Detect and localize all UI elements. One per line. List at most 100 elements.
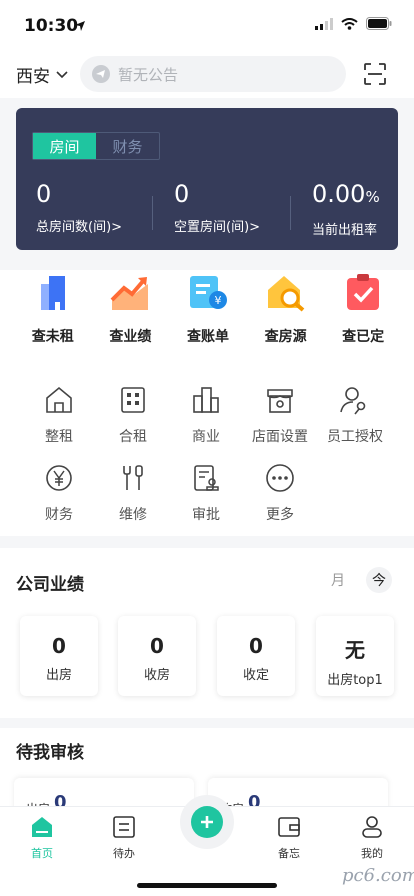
user-key-icon: [340, 387, 366, 415]
feature-label: 维修: [119, 507, 147, 523]
room-stats-card: 房间 财务 0 总房间数(间)> 0 空置房间(间)> 0.00% 当前出租率: [16, 108, 398, 250]
watermark: pc6.com: [342, 865, 414, 886]
quick-actions: 查未租 查业绩 ¥ 查账单 查房源 查已定: [0, 270, 414, 350]
battery-icon: [366, 17, 392, 30]
period-today[interactable]: 今: [366, 567, 392, 593]
quick-action-bills[interactable]: ¥ 查账单: [169, 270, 247, 350]
divider: [152, 196, 153, 230]
quick-action-reserved[interactable]: 查已定: [324, 270, 402, 350]
feature-commercial[interactable]: 商业: [167, 384, 245, 446]
quick-action-unrented[interactable]: 查未租: [14, 270, 92, 350]
feature-shared-rent[interactable]: 合租: [94, 384, 172, 446]
top-bar: 西安 暂无公告: [0, 50, 414, 98]
tab-home[interactable]: 首页: [12, 815, 72, 861]
clipboard-check-icon: [347, 274, 380, 310]
stat-value: 0.00%: [312, 180, 380, 211]
apartment-icon: [121, 387, 145, 413]
perf-card-rent-out[interactable]: 0 出房: [20, 616, 98, 696]
feature-label: 更多: [266, 507, 294, 523]
feature-label: 店面设置: [252, 429, 308, 445]
yen-icon: [46, 465, 72, 491]
feature-label: 财务: [45, 507, 73, 523]
rate-value: 0.00: [312, 180, 366, 208]
stat-value: 0: [36, 180, 52, 208]
profile-icon: [362, 816, 382, 838]
quick-action-performance[interactable]: 查业绩: [92, 270, 170, 350]
home-indicator: [137, 883, 277, 888]
more-icon: [266, 464, 294, 492]
tab-profile[interactable]: 我的: [342, 815, 402, 861]
perf-card-top1[interactable]: 无 出房top1: [316, 616, 394, 696]
announcement-search-bar[interactable]: 暂无公告: [80, 56, 346, 92]
section-title: 待我审核: [16, 743, 84, 763]
quick-action-label: 查房源: [264, 329, 307, 345]
tab-label: 待办: [113, 847, 135, 860]
perf-label: 收定: [242, 668, 269, 683]
stat-label: 当前出租率: [312, 223, 378, 238]
divider: [290, 196, 291, 230]
trend-chart-icon: [110, 277, 149, 310]
feature-approval[interactable]: 审批: [167, 462, 245, 524]
commercial-buildings-icon: [193, 387, 219, 413]
status-time: 10:30: [24, 16, 79, 36]
house-icon: [46, 386, 72, 413]
plus-icon: [201, 816, 213, 828]
quick-action-label: 查已定: [342, 329, 385, 345]
wifi-icon: [341, 17, 358, 30]
perf-value: 0: [150, 634, 164, 658]
city-label: 西安: [16, 67, 50, 87]
house-search-icon: [267, 276, 304, 312]
stat-vacant-rooms[interactable]: 0 空置房间(间)>: [174, 180, 260, 235]
status-bar: 10:30: [0, 0, 414, 50]
feature-staff-authorization[interactable]: 员工授权: [316, 384, 394, 446]
feature-grid: 整租 合租 商业 店面设置 员工授权 财务 维修 审批 更多: [0, 350, 414, 536]
building-icon: [40, 276, 65, 310]
company-performance-section: 公司业绩 月 今 0 出房 0 收房 0 收定 无 出房top1: [0, 548, 414, 718]
approval-icon: [194, 465, 219, 491]
feature-store-settings[interactable]: 店面设置: [241, 384, 319, 446]
stat-occupancy-rate: 0.00% 当前出租率: [312, 180, 380, 238]
section-title: 公司业绩: [16, 575, 84, 595]
storefront-icon: [267, 389, 293, 413]
perf-label: 收房: [143, 668, 170, 683]
feature-label: 整租: [45, 429, 73, 445]
tab-todo[interactable]: 待办: [94, 815, 154, 861]
megaphone-icon: [92, 65, 110, 83]
perf-label: 出房: [45, 668, 72, 683]
city-selector[interactable]: 西安: [16, 62, 68, 87]
add-button[interactable]: [180, 795, 234, 849]
bill-icon: ¥: [189, 276, 227, 309]
feature-more[interactable]: 更多: [241, 462, 319, 524]
scan-icon[interactable]: [364, 63, 386, 85]
add-button-circle: [191, 806, 223, 838]
stat-total-rooms[interactable]: 0 总房间数(间)>: [36, 180, 122, 235]
quick-action-listings[interactable]: 查房源: [247, 270, 325, 350]
stat-label: 空置房间(间)>: [174, 220, 261, 235]
tab-finance[interactable]: 财务: [96, 133, 159, 159]
tab-rooms[interactable]: 房间: [33, 133, 96, 159]
stat-value: 0: [174, 180, 190, 208]
perf-card-take-in[interactable]: 0 收房: [118, 616, 196, 696]
quick-action-label: 查未租: [31, 329, 74, 345]
todo-icon: [113, 816, 135, 838]
location-arrow-icon: [75, 21, 85, 31]
perf-card-deposits[interactable]: 0 收定: [217, 616, 295, 696]
perf-label: 出房top1: [327, 673, 383, 688]
feature-whole-rent[interactable]: 整租: [20, 384, 98, 446]
home-icon: [32, 817, 52, 837]
tab-label: 备忘: [278, 847, 300, 860]
feature-repair[interactable]: 维修: [94, 462, 172, 524]
tab-label: 我的: [361, 847, 383, 860]
rate-unit: %: [365, 188, 380, 206]
perf-value: 无: [345, 638, 365, 662]
feature-label: 合租: [119, 429, 147, 445]
feature-finance[interactable]: 财务: [20, 462, 98, 524]
tab-memo[interactable]: 备忘: [259, 815, 319, 861]
stat-label: 总房间数(间)>: [36, 220, 123, 235]
quick-action-label: 查账单: [186, 329, 229, 345]
period-month[interactable]: 月: [331, 570, 345, 590]
stats-tabs: 房间 财务: [32, 132, 160, 160]
memo-icon: [278, 817, 300, 837]
feature-label: 员工授权: [327, 429, 383, 445]
feature-label: 审批: [192, 507, 220, 523]
